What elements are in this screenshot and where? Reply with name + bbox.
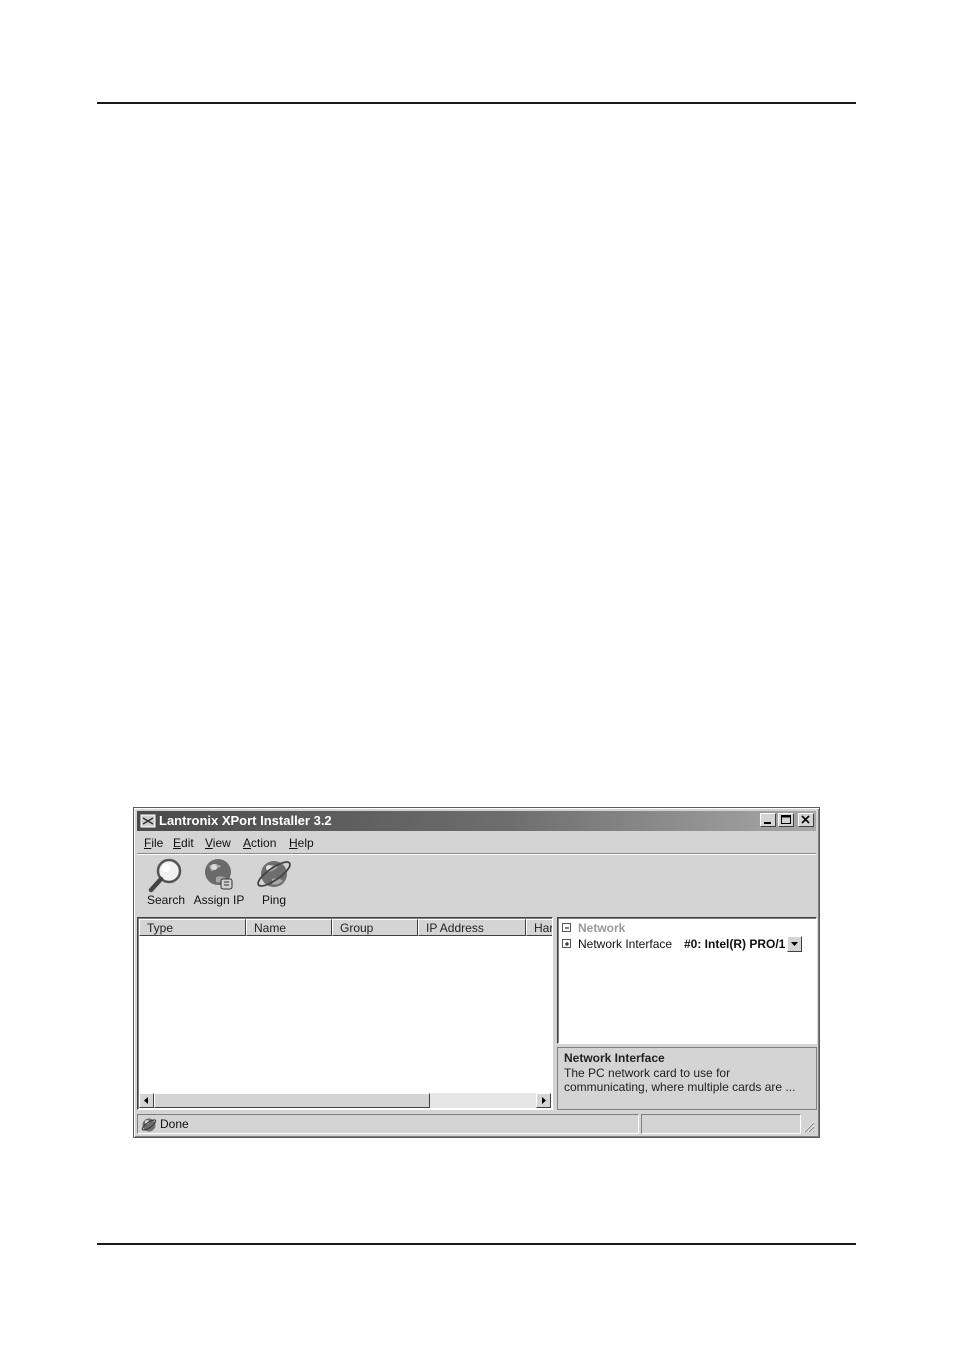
list-header: Type Name Group IP Address Har: [139, 919, 552, 937]
globe-assign-icon: [205, 859, 233, 890]
network-interface-label: Network Interface: [578, 937, 673, 951]
menu-view-rest: iew: [212, 836, 231, 850]
menu-edit-rest: dit: [181, 836, 194, 850]
assign-ip-label: Assign IP: [193, 893, 245, 907]
maximize-button[interactable]: [778, 813, 794, 827]
status-bar: Done: [137, 1112, 816, 1134]
toolbar: Search Assign IP Ping: [137, 855, 816, 913]
property-grid: Network Network Interface #0: Intel(R) P…: [557, 917, 817, 1044]
menu-edit[interactable]: Edit: [173, 835, 194, 851]
dropdown-button[interactable]: [787, 936, 802, 952]
search-button[interactable]: Search: [143, 857, 189, 907]
menu-view[interactable]: View: [205, 835, 231, 851]
title-bar[interactable]: Lantronix XPort Installer 3.2: [137, 811, 816, 831]
ping-button[interactable]: Ping: [251, 857, 297, 907]
app-icon: [140, 814, 156, 828]
description-pane: Network Interface The PC network card to…: [557, 1047, 817, 1110]
device-list[interactable]: Type Name Group IP Address Har: [137, 917, 553, 1110]
window-title: Lantronix XPort Installer 3.2: [159, 813, 332, 828]
close-button[interactable]: [798, 813, 814, 827]
globe-status-icon: [141, 1118, 157, 1132]
footer-rule: [97, 1243, 856, 1245]
close-icon: [801, 815, 810, 824]
maximize-icon: [781, 815, 791, 824]
network-interface-select[interactable]: #0: Intel(R) PRO/1: [680, 936, 802, 952]
scroll-left-button[interactable]: [139, 1093, 154, 1108]
column-type[interactable]: Type: [139, 919, 246, 936]
globe-ping-icon: [257, 861, 291, 887]
menu-action-accel: A: [243, 836, 252, 850]
status-panel-main: Done: [137, 1114, 639, 1134]
scroll-right-button[interactable]: [536, 1093, 551, 1108]
description-title: Network Interface: [564, 1051, 665, 1065]
network-interface-row[interactable]: Network Interface #0: Intel(R) PRO/1: [560, 936, 814, 952]
column-hardware[interactable]: Har: [526, 919, 552, 936]
menu-view-accel: V: [205, 836, 213, 850]
installer-window: Lantronix XPort Installer 3.2 File Edit …: [133, 807, 820, 1138]
menu-bar: File Edit View Action Help: [137, 833, 816, 854]
column-group[interactable]: Group: [332, 919, 418, 936]
menu-help-accel: H: [289, 836, 298, 850]
minimize-button[interactable]: [760, 813, 776, 827]
header-rule: [97, 102, 856, 104]
magnifier-icon: [148, 858, 182, 893]
description-line-1: The PC network card to use for: [564, 1066, 731, 1080]
ping-label: Ping: [261, 893, 287, 907]
menu-edit-accel: E: [173, 836, 182, 850]
status-panel-secondary: [641, 1114, 801, 1134]
scroll-thumb[interactable]: [154, 1093, 430, 1108]
menu-help[interactable]: Help: [289, 835, 314, 851]
menu-action-rest: ction: [251, 836, 277, 850]
category-label: Network: [578, 921, 626, 935]
assign-ip-button[interactable]: Assign IP: [193, 857, 245, 907]
horizontal-scrollbar[interactable]: [139, 1093, 551, 1108]
column-name[interactable]: Name: [246, 919, 332, 936]
chevron-down-icon: [791, 942, 798, 946]
description-line-2: communicating, where multiple cards are …: [564, 1080, 796, 1094]
menu-file[interactable]: File: [144, 835, 163, 851]
resize-grip-icon[interactable]: [801, 1119, 815, 1133]
expand-icon[interactable]: [562, 939, 571, 948]
category-row[interactable]: Network: [560, 920, 814, 936]
status-text: Done: [160, 1117, 189, 1131]
menu-help-rest: elp: [297, 836, 314, 850]
menu-file-rest: ile: [151, 836, 164, 850]
network-interface-value: #0: Intel(R) PRO/1: [684, 937, 786, 951]
search-label: Search: [146, 893, 186, 907]
arrow-right-icon: [542, 1097, 546, 1104]
arrow-left-icon: [144, 1097, 148, 1104]
minimize-icon: [764, 822, 771, 824]
menu-action[interactable]: Action: [243, 835, 276, 851]
column-ip-address[interactable]: IP Address: [418, 919, 526, 936]
collapse-icon[interactable]: [562, 923, 571, 932]
